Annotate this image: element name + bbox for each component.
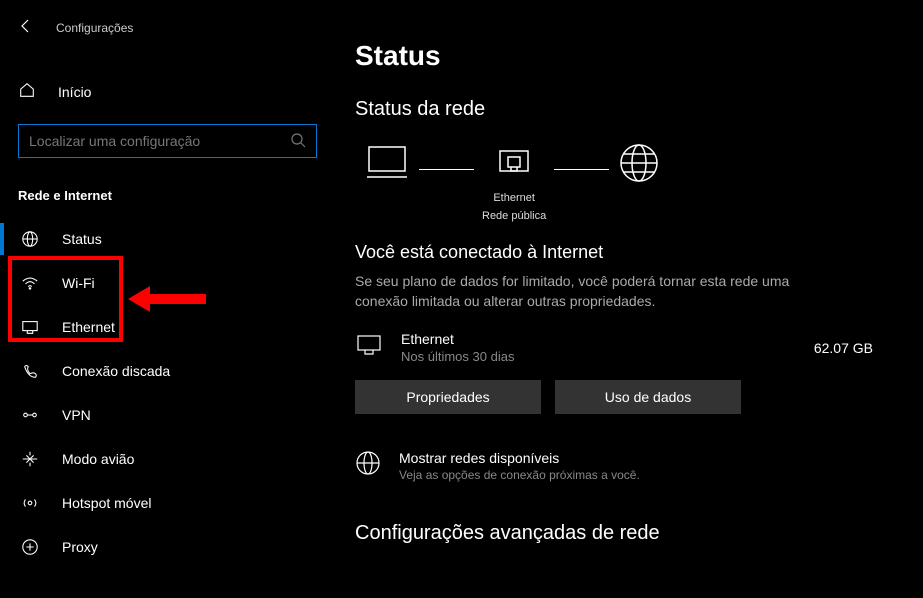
ethernet-icon xyxy=(20,317,40,337)
page-title: Status xyxy=(355,40,903,72)
usage-subtitle: Nos últimos 30 dias xyxy=(401,349,796,364)
back-icon[interactable] xyxy=(18,18,34,37)
dialup-icon xyxy=(20,361,40,381)
sidebar-item-dialup[interactable]: Conexão discada xyxy=(0,349,335,393)
sidebar-item-label: VPN xyxy=(62,407,91,423)
ethernet-port-icon xyxy=(494,143,534,186)
data-usage-button[interactable]: Uso de dados xyxy=(555,380,741,414)
search-input-container[interactable] xyxy=(18,124,317,158)
usage-row: Ethernet Nos últimos 30 dias 62.07 GB xyxy=(355,331,903,364)
sidebar-item-label: Proxy xyxy=(62,539,98,555)
globe-large-icon xyxy=(617,141,661,188)
globe-icon xyxy=(20,229,40,249)
section-title: Status da rede xyxy=(355,98,903,121)
sidebar: Configurações Início Rede e Internet Sta… xyxy=(0,0,335,598)
airplane-icon xyxy=(20,449,40,469)
app-title: Configurações xyxy=(56,21,133,35)
sidebar-item-ethernet[interactable]: Ethernet xyxy=(0,305,335,349)
main-content: Status Status da rede Ethernet Rede públ… xyxy=(335,0,923,598)
ethernet-usage-icon xyxy=(355,332,383,363)
vpn-icon xyxy=(20,405,40,425)
sidebar-item-vpn[interactable]: VPN xyxy=(0,393,335,437)
connected-heading: Você está conectado à Internet xyxy=(355,242,903,263)
category-heading: Rede e Internet xyxy=(0,180,335,217)
show-networks-title: Mostrar redes disponíveis xyxy=(399,450,640,466)
sidebar-item-label: Wi-Fi xyxy=(62,275,95,291)
properties-button[interactable]: Propriedades xyxy=(355,380,541,414)
sidebar-item-label: Modo avião xyxy=(62,451,134,467)
show-networks-subtitle: Veja as opções de conexão próximas a voc… xyxy=(399,468,640,482)
search-icon xyxy=(290,132,306,151)
sidebar-item-status[interactable]: Status xyxy=(0,217,335,261)
sidebar-item-wifi[interactable]: Wi-Fi xyxy=(0,261,335,305)
home-label: Início xyxy=(58,84,91,100)
computer-icon xyxy=(363,143,411,186)
sidebar-item-proxy[interactable]: Proxy xyxy=(0,525,335,569)
titlebar: Configurações xyxy=(0,10,335,45)
network-diagram: Ethernet Rede pública xyxy=(363,141,903,224)
wifi-icon xyxy=(20,273,40,293)
home-icon xyxy=(18,81,36,102)
diagram-caption-1: Ethernet xyxy=(493,192,535,204)
sidebar-item-label: Status xyxy=(62,231,102,247)
home-button[interactable]: Início xyxy=(0,63,335,120)
hotspot-icon xyxy=(20,493,40,513)
show-networks-link[interactable]: Mostrar redes disponíveis Veja as opções… xyxy=(355,450,903,482)
globe-link-icon xyxy=(355,450,381,479)
advanced-section-title: Configurações avançadas de rede xyxy=(355,522,903,545)
sidebar-item-label: Hotspot móvel xyxy=(62,495,151,511)
connected-description: Se seu plano de dados for limitado, você… xyxy=(355,271,835,311)
button-row: Propriedades Uso de dados xyxy=(355,380,903,414)
search-input[interactable] xyxy=(29,133,290,149)
sidebar-item-label: Conexão discada xyxy=(62,363,170,379)
sidebar-item-hotspot[interactable]: Hotspot móvel xyxy=(0,481,335,525)
usage-amount: 62.07 GB xyxy=(814,340,873,356)
sidebar-item-airplane[interactable]: Modo avião xyxy=(0,437,335,481)
diagram-caption-2: Rede pública xyxy=(482,210,546,222)
sidebar-item-label: Ethernet xyxy=(62,319,115,335)
usage-name: Ethernet xyxy=(401,331,796,347)
proxy-icon xyxy=(20,537,40,557)
